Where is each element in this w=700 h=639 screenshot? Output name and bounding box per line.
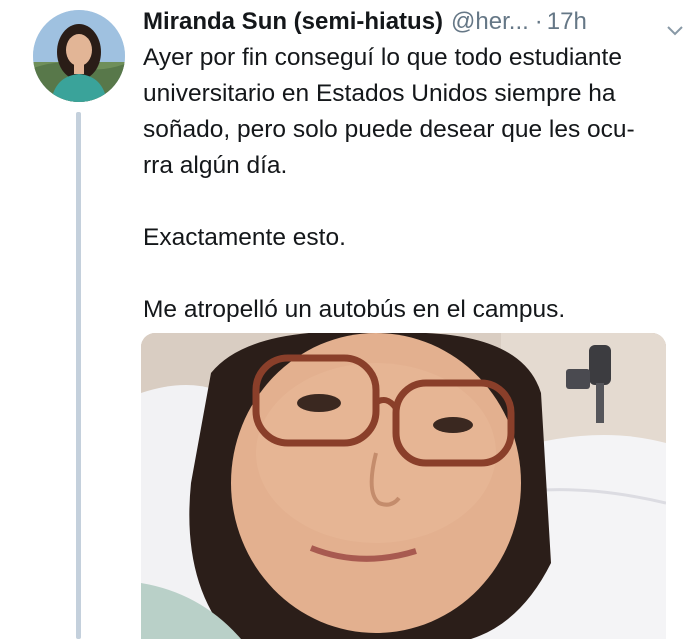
thread-line <box>76 112 81 639</box>
tweet-header: Miranda Sun (semi-hiatus) @her... · 17h <box>143 6 686 40</box>
tweet-line: Me atropelló un autobús en el campus. <box>143 296 566 323</box>
tweet-text: Ayer por fin conseguí lo que todo estudi… <box>143 40 688 328</box>
timestamp[interactable]: 17h <box>547 6 587 38</box>
avatar[interactable] <box>33 10 125 102</box>
chevron-down-icon[interactable] <box>664 16 686 36</box>
tweet-line: universitario en Estados Unidos siempre … <box>143 80 616 107</box>
user-handle[interactable]: @her... <box>451 6 529 38</box>
tweet-line: rra algún día. <box>143 152 288 179</box>
tweet-line: Exactamente esto. <box>143 224 346 251</box>
separator-dot: · <box>534 8 543 35</box>
tweet-line: Ayer por fin conseguí lo que todo estudi… <box>143 44 622 71</box>
tweet-photo[interactable] <box>141 333 666 639</box>
display-name[interactable]: Miranda Sun (semi-hiatus) <box>143 6 443 38</box>
tweet-line: soñado, pero solo puede desear que les o… <box>143 116 635 143</box>
tweet: Miranda Sun (semi-hiatus) @her... · 17h … <box>0 0 700 639</box>
